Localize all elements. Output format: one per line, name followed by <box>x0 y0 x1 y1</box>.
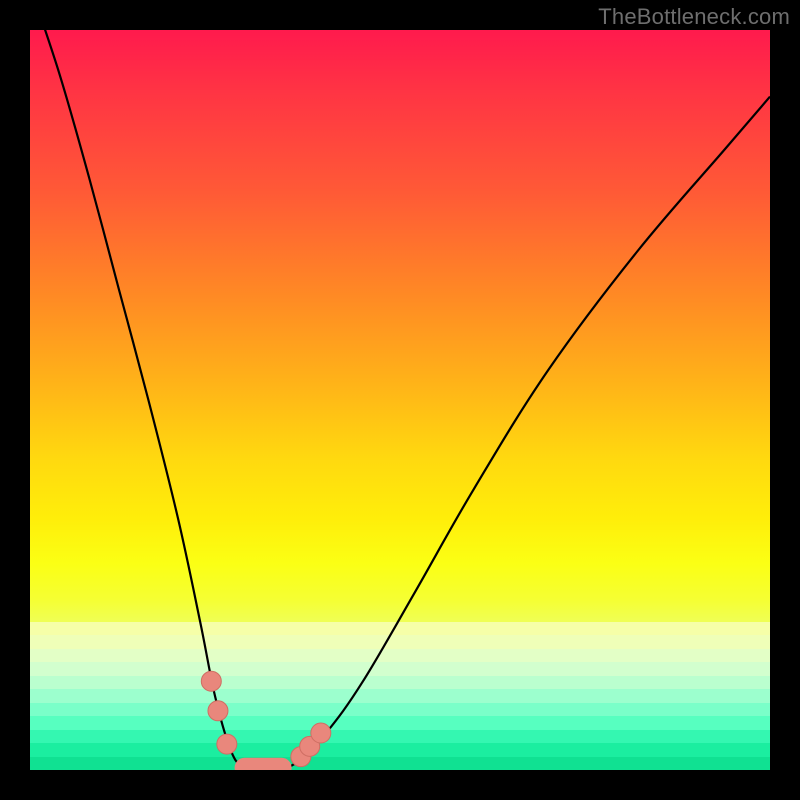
marker-dot <box>311 723 331 743</box>
marker-dot <box>217 734 237 754</box>
bottleneck-curve <box>30 30 770 770</box>
marker-dot <box>201 671 221 691</box>
chart-frame: TheBottleneck.com <box>0 0 800 800</box>
marker-dot <box>208 701 228 721</box>
curve-markers <box>201 671 331 768</box>
plot-area <box>30 30 770 770</box>
watermark-text: TheBottleneck.com <box>598 4 790 30</box>
curve-layer <box>30 30 770 770</box>
